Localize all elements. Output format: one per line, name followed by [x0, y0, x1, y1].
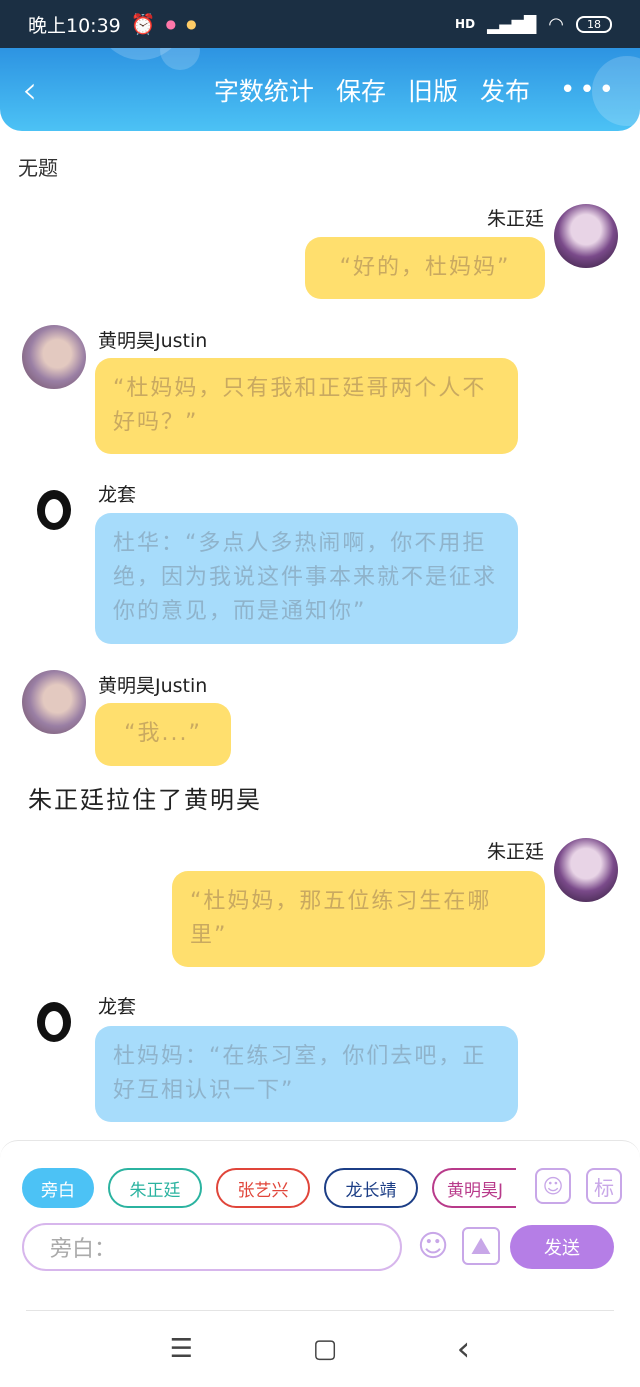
avatar[interactable]	[22, 990, 86, 1054]
message-bubble[interactable]: 杜华：“多点人多热闹啊，你不用拒绝，因为我说这件事本来就不是征求你的意见，而是通…	[95, 513, 518, 644]
character-icon[interactable]: ☺	[535, 1168, 571, 1204]
wifi-icon: ◠	[548, 13, 564, 35]
battery-icon: 18	[576, 15, 612, 33]
message-bubble[interactable]: “好的，杜妈妈”	[305, 237, 545, 299]
speaker-name: 龙套	[98, 484, 137, 506]
role-chip-huang[interactable]: 黄明昊J	[432, 1168, 516, 1208]
home-icon[interactable]: ▢	[313, 1334, 338, 1364]
message-bubble[interactable]: 杜妈妈：“在练习室，你们去吧，正好互相认识一下”	[95, 1026, 518, 1122]
avatar[interactable]	[554, 838, 618, 902]
avatar[interactable]	[22, 325, 86, 389]
message-bubble[interactable]: “我...”	[95, 703, 231, 766]
avatar[interactable]	[22, 670, 86, 734]
message-input[interactable]: 旁白：	[22, 1223, 402, 1271]
send-button[interactable]: 发送	[510, 1225, 614, 1269]
old-version-button[interactable]: 旧版	[408, 72, 458, 108]
toolbar: ‹ 字数统计 保存 旧版 发布 •••	[0, 48, 640, 131]
network-label: HD	[455, 17, 476, 31]
battery-level: 18	[587, 17, 601, 31]
word-count-button[interactable]: 字数统计	[214, 72, 314, 108]
mark-button[interactable]: 标	[586, 1168, 622, 1204]
status-time: 晚上10:39	[28, 14, 121, 37]
message-bubble[interactable]: “杜妈妈，那五位练习生在哪里”	[172, 871, 545, 967]
more-icon[interactable]: •••	[560, 75, 618, 105]
system-nav-bar: ☰ ▢ ‹	[0, 1311, 640, 1387]
back-icon[interactable]: ‹	[22, 71, 62, 109]
save-button[interactable]: 保存	[336, 72, 386, 108]
publish-button[interactable]: 发布	[480, 72, 530, 108]
role-chip-zhu[interactable]: 朱正廷	[108, 1168, 202, 1208]
image-icon[interactable]: ⛰	[462, 1227, 500, 1265]
composer: 旁白 朱正廷 张艺兴 龙长靖 黄明昊J ☺ 标 旁白： ☺ ⛰ 发送	[0, 1140, 640, 1310]
app-header: 晚上10:39 ⏰ ● ● HD ▂▄▆█ ◠ 18 ‹ 字数统计 保存 旧版 …	[0, 0, 640, 131]
signal-icon: ▂▄▆█	[487, 14, 537, 34]
avatar[interactable]	[22, 478, 86, 542]
speaker-name: 朱正廷	[486, 208, 544, 230]
doc-title[interactable]: 无题	[18, 152, 58, 181]
alarm-icon: ⏰	[130, 12, 156, 36]
role-chip-long[interactable]: 龙长靖	[324, 1168, 418, 1208]
speaker-name: 黄明昊Justin	[98, 675, 208, 697]
role-chip-zhang[interactable]: 张艺兴	[216, 1168, 310, 1208]
panda-icon	[37, 490, 71, 530]
role-chip-narration[interactable]: 旁白	[22, 1168, 94, 1208]
notification-icon-2: ●	[186, 17, 197, 31]
panda-icon	[37, 1002, 71, 1042]
narration-text[interactable]: 朱正廷拉住了黄明昊	[28, 780, 262, 815]
notification-icon: ●	[165, 17, 177, 31]
speaker-name: 黄明昊Justin	[98, 330, 208, 352]
speaker-name: 朱正廷	[486, 841, 544, 863]
emoji-icon[interactable]: ☺	[414, 1227, 452, 1265]
avatar[interactable]	[554, 204, 618, 268]
message-bubble[interactable]: “杜妈妈，只有我和正廷哥两个人不好吗？”	[95, 358, 518, 454]
speaker-name: 龙套	[98, 996, 137, 1018]
status-bar: 晚上10:39 ⏰ ● ● HD ▂▄▆█ ◠ 18	[0, 0, 640, 48]
back-nav-icon[interactable]: ‹	[457, 1329, 471, 1369]
menu-icon[interactable]: ☰	[170, 1334, 193, 1364]
